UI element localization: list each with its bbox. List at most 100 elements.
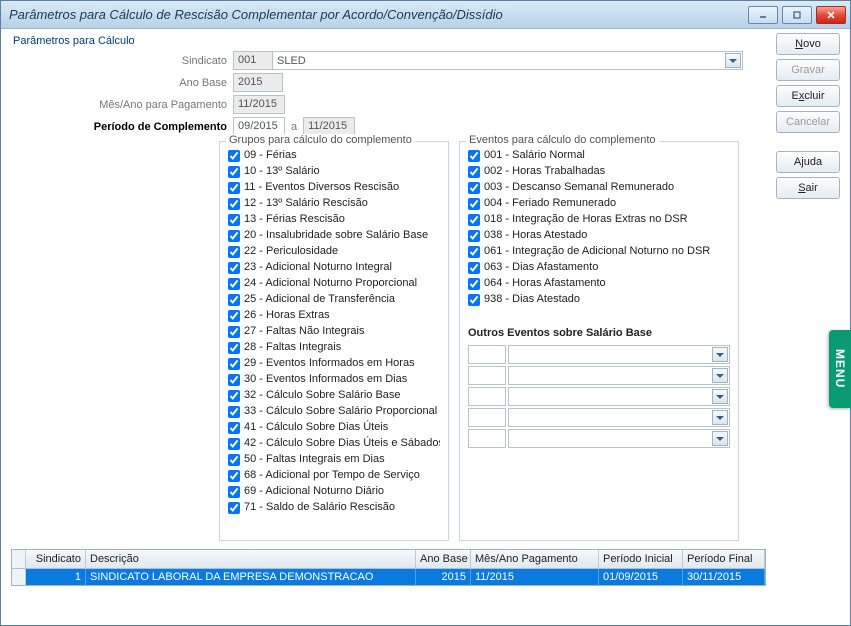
grupos-checkbox[interactable] bbox=[228, 342, 240, 354]
grupos-checkbox[interactable] bbox=[228, 454, 240, 466]
ano-base-input[interactable]: 2015 bbox=[233, 73, 283, 92]
chevron-down-icon[interactable] bbox=[712, 368, 728, 383]
grupos-item[interactable]: 32 - Cálculo Sobre Salário Base bbox=[228, 388, 440, 403]
grupos-item[interactable]: 30 - Eventos Informados em Dias bbox=[228, 372, 440, 387]
eventos-item[interactable]: 938 - Dias Atestado bbox=[468, 292, 730, 307]
grupos-item[interactable]: 12 - 13º Salário Rescisão bbox=[228, 196, 440, 211]
col-header-periodo-fim[interactable]: Período Final bbox=[683, 550, 765, 568]
minimize-button[interactable] bbox=[748, 6, 778, 24]
grupos-checkbox[interactable] bbox=[228, 198, 240, 210]
grupos-checkbox[interactable] bbox=[228, 294, 240, 306]
eventos-item[interactable]: 061 - Integração de Adicional Noturno no… bbox=[468, 244, 730, 259]
outros-code-input[interactable] bbox=[468, 429, 506, 448]
grupos-item[interactable]: 69 - Adicional Noturno Diário bbox=[228, 484, 440, 499]
outros-dropdown[interactable] bbox=[508, 408, 730, 427]
sindicato-code-input[interactable]: 001 bbox=[233, 51, 273, 70]
grupos-item[interactable]: 50 - Faltas Integrais em Dias bbox=[228, 452, 440, 467]
grupos-item[interactable]: 71 - Saldo de Salário Rescisão bbox=[228, 500, 440, 515]
eventos-item[interactable]: 063 - Dias Afastamento bbox=[468, 260, 730, 275]
grupos-item[interactable]: 29 - Eventos Informados em Horas bbox=[228, 356, 440, 371]
eventos-checkbox[interactable] bbox=[468, 198, 480, 210]
grupos-item[interactable]: 68 - Adicional por Tempo de Serviço bbox=[228, 468, 440, 483]
eventos-checkbox[interactable] bbox=[468, 166, 480, 178]
eventos-item[interactable]: 003 - Descanso Semanal Remunerado bbox=[468, 180, 730, 195]
grupos-checkbox[interactable] bbox=[228, 470, 240, 482]
eventos-item[interactable]: 002 - Horas Trabalhadas bbox=[468, 164, 730, 179]
outros-dropdown[interactable] bbox=[508, 345, 730, 364]
grupos-item[interactable]: 22 - Periculosidade bbox=[228, 244, 440, 259]
grupos-checkbox[interactable] bbox=[228, 150, 240, 162]
eventos-item[interactable]: 018 - Integração de Horas Extras no DSR bbox=[468, 212, 730, 227]
col-header-ano-base[interactable]: Ano Base bbox=[416, 550, 471, 568]
grupos-checkbox[interactable] bbox=[228, 262, 240, 274]
grupos-checkbox[interactable] bbox=[228, 502, 240, 514]
grupos-item[interactable]: 24 - Adicional Noturno Proporcional bbox=[228, 276, 440, 291]
maximize-button[interactable] bbox=[782, 6, 812, 24]
sair-button[interactable]: Sair bbox=[776, 177, 840, 199]
outros-dropdown[interactable] bbox=[508, 387, 730, 406]
excluir-button[interactable]: Excluir bbox=[776, 85, 840, 107]
grupos-checkbox[interactable] bbox=[228, 278, 240, 290]
eventos-checkbox[interactable] bbox=[468, 214, 480, 226]
grupos-checkbox[interactable] bbox=[228, 486, 240, 498]
ajuda-button[interactable]: Ajuda bbox=[776, 151, 840, 173]
eventos-item[interactable]: 038 - Horas Atestado bbox=[468, 228, 730, 243]
grupos-checkbox[interactable] bbox=[228, 246, 240, 258]
outros-code-input[interactable] bbox=[468, 408, 506, 427]
grupos-checkbox[interactable] bbox=[228, 230, 240, 242]
grupos-item[interactable]: 25 - Adicional de Transferência bbox=[228, 292, 440, 307]
grupos-checkbox[interactable] bbox=[228, 438, 240, 450]
grupos-item[interactable]: 26 - Horas Extras bbox=[228, 308, 440, 323]
cancelar-button[interactable]: Cancelar bbox=[776, 111, 840, 133]
grupos-checkbox[interactable] bbox=[228, 214, 240, 226]
chevron-down-icon[interactable] bbox=[712, 431, 728, 446]
close-button[interactable] bbox=[816, 6, 846, 24]
eventos-checkbox[interactable] bbox=[468, 262, 480, 274]
gravar-button[interactable]: Gravar bbox=[776, 59, 840, 81]
outros-dropdown[interactable] bbox=[508, 429, 730, 448]
grupos-checkbox[interactable] bbox=[228, 326, 240, 338]
col-header-periodo-ini[interactable]: Período Inicial bbox=[599, 550, 683, 568]
eventos-item[interactable]: 001 - Salário Normal bbox=[468, 148, 730, 163]
grid-row-selector-header[interactable] bbox=[12, 550, 26, 568]
eventos-checkbox[interactable] bbox=[468, 246, 480, 258]
col-header-sindicato[interactable]: Sindicato bbox=[26, 550, 86, 568]
grupos-item[interactable]: 42 - Cálculo Sobre Dias Úteis e Sábados bbox=[228, 436, 440, 451]
chevron-down-icon[interactable] bbox=[725, 53, 741, 68]
grupos-checkbox[interactable] bbox=[228, 374, 240, 386]
grupos-checkbox[interactable] bbox=[228, 406, 240, 418]
col-header-mes-ano-pag[interactable]: Mês/Ano Pagamento bbox=[471, 550, 599, 568]
chevron-down-icon[interactable] bbox=[712, 410, 728, 425]
outros-code-input[interactable] bbox=[468, 387, 506, 406]
grupos-item[interactable]: 13 - Férias Rescisão bbox=[228, 212, 440, 227]
grupos-item[interactable]: 23 - Adicional Noturno Integral bbox=[228, 260, 440, 275]
grupos-item[interactable]: 09 - Férias bbox=[228, 148, 440, 163]
eventos-checkbox[interactable] bbox=[468, 182, 480, 194]
grupos-item[interactable]: 28 - Faltas Integrais bbox=[228, 340, 440, 355]
eventos-item[interactable]: 064 - Horas Afastamento bbox=[468, 276, 730, 291]
col-header-descricao[interactable]: Descrição bbox=[86, 550, 416, 568]
chevron-down-icon[interactable] bbox=[712, 347, 728, 362]
grupos-item[interactable]: 33 - Cálculo Sobre Salário Proporcional bbox=[228, 404, 440, 419]
menu-tab[interactable]: MENU bbox=[829, 330, 851, 408]
grupos-item[interactable]: 10 - 13º Salário bbox=[228, 164, 440, 179]
grupos-item[interactable]: 20 - Insalubridade sobre Salário Base bbox=[228, 228, 440, 243]
grupos-checkbox[interactable] bbox=[228, 358, 240, 370]
mes-ano-pag-input[interactable]: 11/2015 bbox=[233, 95, 285, 114]
grupos-checkbox[interactable] bbox=[228, 390, 240, 402]
eventos-checkbox[interactable] bbox=[468, 278, 480, 290]
grupos-checkbox[interactable] bbox=[228, 166, 240, 178]
eventos-checkbox[interactable] bbox=[468, 294, 480, 306]
grupos-checkbox[interactable] bbox=[228, 182, 240, 194]
grupos-checkbox[interactable] bbox=[228, 310, 240, 322]
eventos-checkbox[interactable] bbox=[468, 150, 480, 162]
chevron-down-icon[interactable] bbox=[712, 389, 728, 404]
grupos-checkbox[interactable] bbox=[228, 422, 240, 434]
outros-dropdown[interactable] bbox=[508, 366, 730, 385]
outros-code-input[interactable] bbox=[468, 345, 506, 364]
sindicato-dropdown[interactable]: SLED bbox=[273, 51, 743, 70]
novo-button[interactable]: Novo bbox=[776, 33, 840, 55]
titlebar[interactable]: Parâmetros para Cálculo de Rescisão Comp… bbox=[1, 1, 850, 29]
table-row[interactable]: 1 SINDICATO LABORAL DA EMPRESA DEMONSTRA… bbox=[12, 569, 765, 585]
grupos-item[interactable]: 41 - Cálculo Sobre Dias Úteis bbox=[228, 420, 440, 435]
